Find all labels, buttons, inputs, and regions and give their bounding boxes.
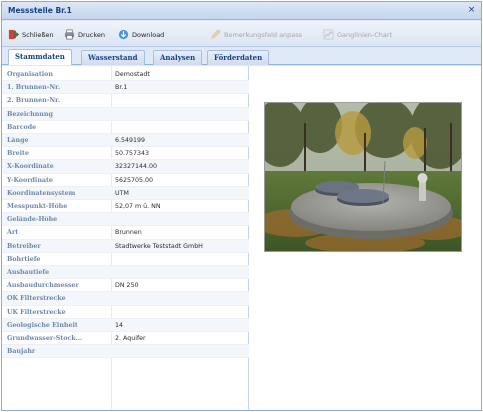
property-value: 14 [115,321,124,329]
property-value: UTM [115,189,129,197]
tab-stammdaten[interactable]: Stammdaten [8,49,72,65]
property-value: 6.549199 [115,137,146,144]
property-label: X-Koordinate [7,163,54,171]
property-value: 50.757343 [115,150,150,158]
property-label: Koordinatensystem [7,189,76,197]
property-row[interactable]: Betreiber Stadtwerke Teststadt GmbH [2,239,249,253]
tab-foerderdaten[interactable]: Förderdaten [207,50,270,65]
download-icon [118,29,129,40]
property-label: Barcode [7,123,37,131]
close-button[interactable]: Schließen [8,28,54,41]
property-row[interactable]: Koordinatensystem UTM [2,186,249,200]
property-label: Art [7,229,19,237]
property-label: Länge [7,137,29,144]
property-value: 2. Aquifer [115,335,146,342]
chart-icon [323,29,334,40]
download-button[interactable]: Download [118,28,164,41]
property-value: Stadtwerke Teststadt GmbH [115,242,203,250]
photo-panel [250,66,481,410]
property-row[interactable]: Organisation Demostadt [2,68,249,82]
property-label: 2. Brunnen-Nr. [7,97,61,105]
window-titlebar[interactable]: Messstelle Br.1 × [2,2,481,20]
property-value: DN 250 [115,282,139,290]
hydrograph-button[interactable]: Ganglinien-Chart [323,28,392,41]
property-row[interactable]: Grundwasser-Stock... 2. Aquifer [2,332,249,346]
window-close-icon[interactable]: × [466,5,477,16]
property-row[interactable]: Ausbautiefe [2,266,249,280]
property-value: Brunnen [115,229,142,237]
property-label: UK Filterstrecke [7,308,66,316]
property-label: Bezeichnung [7,110,53,118]
hydrograph-button-label: Ganglinien-Chart [337,30,393,39]
toolbar: Schließen Drucken Download Bemerkungsfel… [2,21,481,47]
tab-analysen[interactable]: Analysen [153,50,203,65]
print-button-label: Drucken [78,30,106,39]
property-row[interactable]: Barcode [2,121,249,134]
close-button-label: Schließen [22,30,54,39]
window-title: Messstelle Br.1 [8,6,72,15]
property-row[interactable]: Art Brunnen [2,226,249,240]
property-label: Organisation [7,71,53,78]
property-row[interactable]: Messpunkt-Höhe 52,07 m ü. NN [2,200,249,214]
download-button-label: Download [132,30,165,39]
property-row[interactable]: Geologische Einheit 14 [2,318,249,332]
property-value: Br.1 [115,84,128,92]
property-row[interactable]: 2. Brunnen-Nr. [2,94,249,108]
property-label: Breite [7,150,29,158]
property-value: 52,07 m ü. NN [115,203,161,210]
property-row[interactable]: Länge 6.549199 [2,134,249,148]
property-row[interactable]: Bezeichnung [2,107,249,121]
well-detail-window: Messstelle Br.1 × Schließen Drucken Down… [1,1,482,411]
property-value: Demostadt [115,71,150,78]
property-row[interactable]: Baujahr [2,345,249,359]
exit-door-icon [8,29,19,40]
tab-wasserstand[interactable]: Wasserstand [81,50,145,65]
property-grid: Organisation Demostadt 1. Brunnen-Nr. Br.1 2… [2,66,249,410]
property-label: 1. Brunnen-Nr. [7,84,61,92]
tab-content: Organisation Demostadt 1. Brunnen-Nr. Br.1 2… [2,66,481,410]
tab-strip: Stammdaten Wasserstand Analysen Förderda… [2,48,481,65]
property-label: Ausbaudurchmesser [7,282,79,290]
property-row[interactable]: X-Koordinate 32327144.00 [2,160,249,174]
property-value: 5625705.00 [115,176,154,184]
well-photo [264,102,462,252]
property-row[interactable]: Y-Koordinate 5625705.00 [2,174,249,187]
printer-icon [64,29,75,40]
property-row[interactable]: 1. Brunnen-Nr. Br.1 [2,81,249,95]
property-row[interactable]: OK Filterstrecke [2,292,249,306]
property-label: Y-Koordinate [7,176,53,184]
print-button[interactable]: Drucken [64,28,105,41]
property-label: Bohrtiefe [7,255,41,263]
property-row[interactable]: Breite 50.757343 [2,147,249,161]
property-row[interactable]: Gelände-Höhe [2,213,249,227]
pencil-icon [211,29,221,39]
property-label: OK Filterstrecke [7,295,66,303]
property-row[interactable]: Ausbaudurchmesser DN 250 [2,279,249,293]
property-label: Betreiber [7,242,41,250]
property-label: Grundwasser-Stock... [7,335,83,342]
property-label: Messpunkt-Höhe [7,203,68,210]
remark-button[interactable]: Bemerkungsfeld anpass [210,28,302,41]
property-label: Gelände-Höhe [7,216,58,224]
property-value: 32327144.00 [115,163,158,171]
remark-button-label: Bemerkungsfeld anpass [224,30,303,39]
property-label: Geologische Einheit [7,321,78,329]
property-row[interactable]: UK Filterstrecke [2,306,249,319]
property-label: Baujahr [7,348,36,356]
property-label: Ausbautiefe [7,269,50,276]
property-row[interactable]: Bohrtiefe [2,253,249,266]
